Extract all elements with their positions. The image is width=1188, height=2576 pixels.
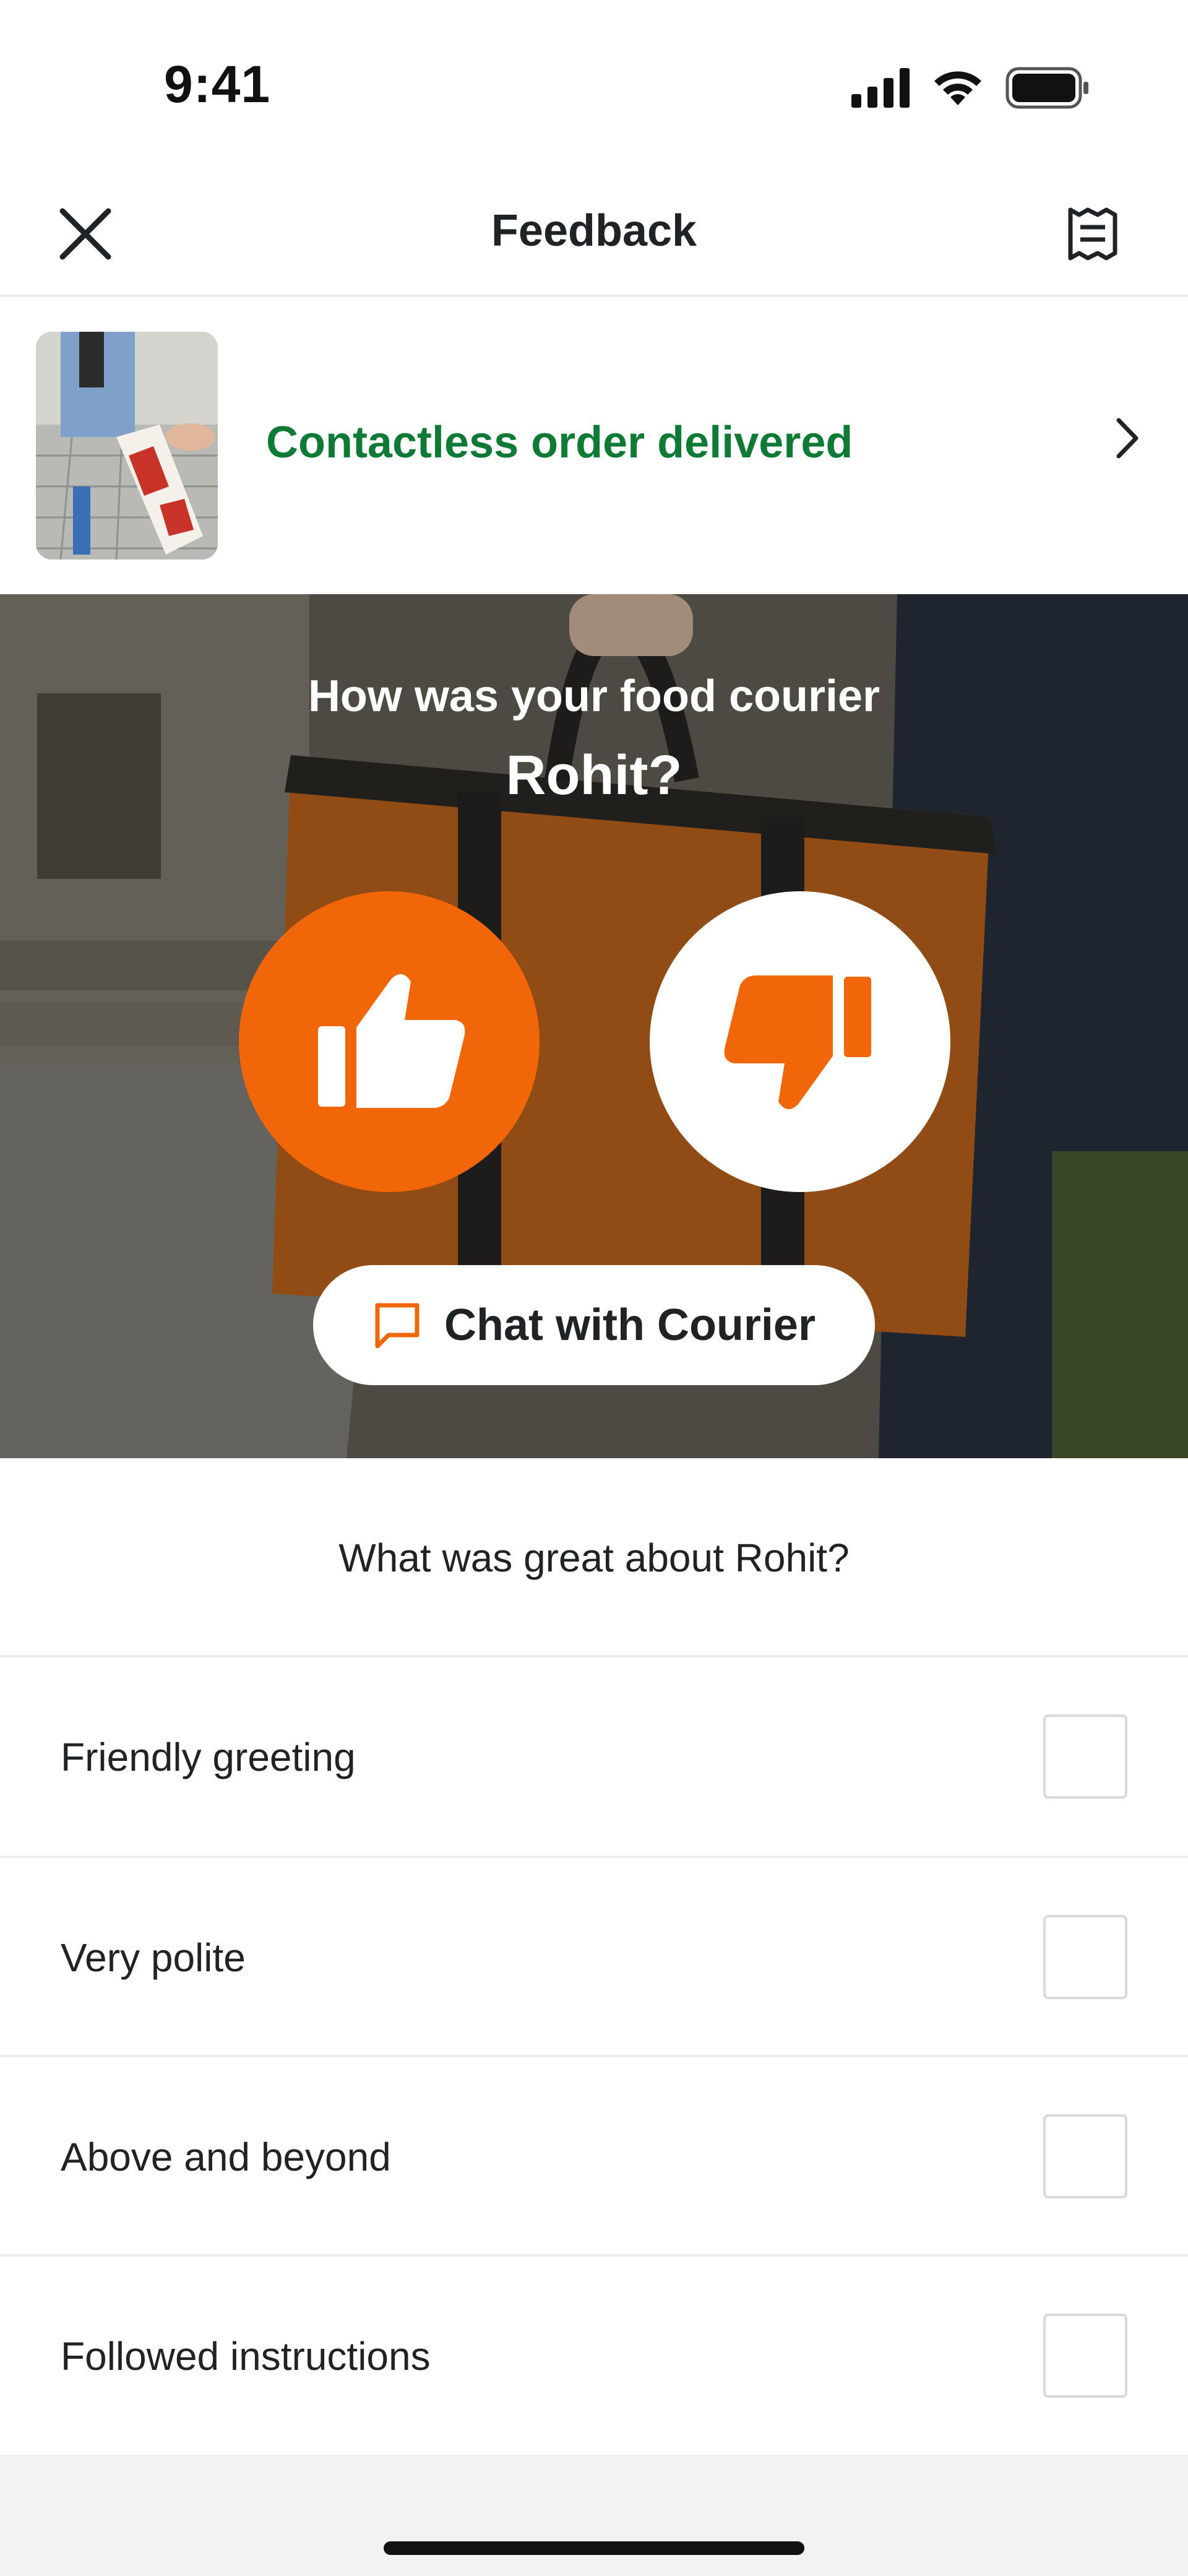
chat-with-courier-button[interactable]: Chat with Courier [313, 1265, 875, 1385]
feedback-option-friendly-greeting[interactable]: Friendly greeting [0, 1658, 1188, 1856]
header: Feedback [0, 173, 1188, 297]
option-checkbox[interactable] [1043, 1915, 1127, 1999]
option-label: Very polite [61, 1935, 246, 1980]
battery-icon [1005, 67, 1088, 109]
courier-question: How was your food courier [308, 672, 880, 721]
feedback-option-very-polite[interactable]: Very polite [0, 1858, 1188, 2056]
bottom-safe-area [0, 2455, 1188, 2576]
option-label: Friendly greeting [61, 1735, 356, 1779]
option-checkbox[interactable] [1043, 2114, 1127, 2198]
status-bar: 9:41 [0, 0, 1188, 173]
feedback-question: What was great about Rohit? [338, 1536, 850, 1580]
courier-rating-hero: How was your food courier Rohit? Chat wi… [0, 594, 1188, 1458]
status-time: 9:41 [164, 55, 271, 113]
thumbs-down-button[interactable] [650, 891, 950, 1192]
chat-button-label: Chat with Courier [444, 1300, 816, 1350]
delivery-photo [36, 332, 218, 560]
order-status-row[interactable]: Contactless order delivered [0, 300, 1188, 594]
home-indicator[interactable] [384, 2541, 804, 2555]
feedback-option-above-and-beyond[interactable]: Above and beyond [0, 2057, 1188, 2255]
courier-name: Rohit? [506, 745, 682, 806]
thumbs-up-button[interactable] [239, 891, 540, 1192]
thumbs-up-icon [318, 974, 465, 1108]
receipt-icon [1068, 207, 1117, 261]
chat-bubble-icon [375, 1303, 420, 1349]
option-checkbox[interactable] [1043, 1714, 1127, 1799]
order-details-button[interactable] [1103, 413, 1152, 463]
feedback-option-followed-instructions[interactable]: Followed instructions [0, 2257, 1188, 2455]
option-label: Above and beyond [61, 2135, 391, 2179]
wifi-icon [934, 71, 981, 105]
signal-icon [851, 68, 910, 108]
receipt-button[interactable] [1059, 199, 1126, 269]
thumbs-down-icon [724, 975, 871, 1110]
option-label: Followed instructions [61, 2334, 431, 2379]
option-checkbox[interactable] [1043, 2314, 1127, 2398]
page-title: Feedback [491, 206, 697, 256]
order-status-text: Contactless order delivered [266, 418, 853, 467]
chevron-right-icon [1116, 418, 1138, 459]
